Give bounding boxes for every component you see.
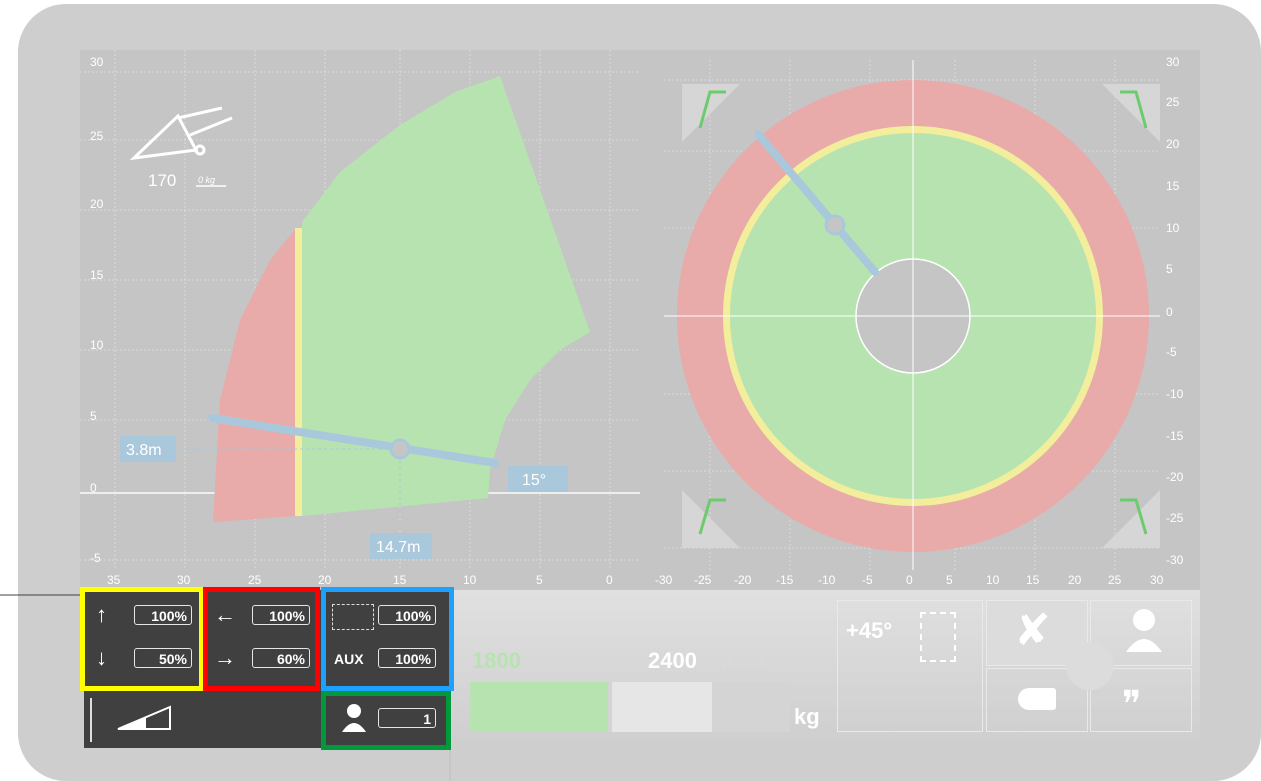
slew-y-tick: 20 (1166, 137, 1180, 151)
highlight-aux-controls (321, 587, 454, 691)
slew-x-tick: -5 (862, 573, 873, 587)
slew-x-tick: -25 (694, 573, 712, 587)
slew-y-tick: -10 (1166, 387, 1184, 401)
load-unit: 0 kg (198, 175, 215, 185)
boom-pivot-knob[interactable] (389, 438, 411, 460)
slew-x-tick: -10 (818, 573, 836, 587)
slew-x-tick: 25 (1108, 573, 1122, 587)
slew-y-tick: -5 (1166, 345, 1177, 359)
range-x-tick: 20 (318, 573, 332, 587)
user-icon (1126, 609, 1162, 652)
load-bar-band (612, 682, 712, 732)
load-current: 1800 (472, 648, 521, 673)
range-y-ticks: 30 25 20 15 10 5 0 -5 (90, 55, 104, 565)
slew-y-ticks: 30 25 20 15 10 5 0 -5 -10 -15 -20 -25 -3… (1166, 55, 1184, 567)
slew-x-tick: 20 (1068, 573, 1082, 587)
load-max: 4000 (715, 648, 764, 673)
slew-y-tick: 0 (1166, 305, 1173, 319)
range-y-tick: 25 (90, 129, 104, 143)
slew-limit-icon (920, 612, 956, 662)
crane-load-icon (129, 106, 233, 161)
range-x-ticks: 35 30 25 20 15 10 5 0 (107, 573, 613, 587)
range-y-tick: 10 (90, 338, 104, 352)
road-icon: ❞ (1122, 683, 1142, 724)
slew-y-tick: 15 (1166, 179, 1180, 193)
slew-y-tick: -30 (1166, 553, 1184, 567)
slew-x-tick: 30 (1150, 573, 1164, 587)
range-safe-zone (302, 76, 590, 516)
angle-label: 15° (522, 472, 546, 489)
load-value: 170 (148, 171, 176, 190)
highlight-boom-controls (80, 587, 204, 691)
load-unit-label: kg (794, 704, 820, 729)
slew-x-tick: -30 (655, 573, 673, 587)
slew-boom-knob[interactable] (824, 214, 846, 236)
range-x-tick: 25 (248, 573, 262, 587)
ramp-divider (90, 698, 92, 742)
slew-y-tick: -25 (1166, 511, 1184, 525)
range-x-tick: 5 (536, 573, 543, 587)
range-x-tick: 0 (606, 573, 613, 587)
slew-y-tick: 30 (1166, 55, 1180, 69)
range-x-tick: 15 (393, 573, 407, 587)
range-danger-zone (213, 228, 296, 522)
slew-x-tick: -20 (734, 573, 752, 587)
center-dial[interactable] (1066, 642, 1114, 690)
range-x-tick: 10 (463, 573, 477, 587)
range-warn-band (295, 228, 302, 516)
range-y-tick: 20 (90, 197, 104, 211)
speed-ramp-icon[interactable] (116, 703, 176, 733)
load-bar-fill (470, 682, 608, 732)
highlight-slew-controls (203, 587, 320, 691)
highlight-operator (321, 691, 451, 750)
range-y-tick: -5 (90, 551, 101, 565)
slew-angle-label: +45° (846, 618, 893, 643)
range-x-tick: 35 (107, 573, 121, 587)
range-y-tick: 5 (90, 409, 97, 423)
radius-label: 3.8m (126, 442, 162, 459)
slew-y-tick: 10 (1166, 221, 1180, 235)
slew-x-ticks: -30 -25 -20 -15 -10 -5 0 5 10 15 20 25 3… (655, 573, 1164, 587)
range-y-tick: 0 (90, 481, 97, 495)
slew-x-tick: 15 (1026, 573, 1040, 587)
slew-x-tick: 10 (986, 573, 1000, 587)
slew-x-tick: -15 (776, 573, 794, 587)
slew-y-tick: 25 (1166, 95, 1180, 109)
tools-icon: ✘ (1014, 606, 1051, 655)
distance-label: 14.7m (376, 539, 420, 556)
load-limit: 2400 (648, 648, 697, 673)
slew-x-tick: 5 (946, 573, 953, 587)
slew-y-tick: -15 (1166, 429, 1184, 443)
slew-y-tick: 5 (1166, 262, 1173, 276)
slew-x-tick: 0 (906, 573, 913, 587)
slew-y-tick: -20 (1166, 470, 1184, 484)
range-y-tick: 30 (90, 55, 104, 69)
range-x-tick: 30 (177, 573, 191, 587)
camera-icon (1018, 688, 1056, 710)
range-y-tick: 15 (90, 268, 104, 282)
